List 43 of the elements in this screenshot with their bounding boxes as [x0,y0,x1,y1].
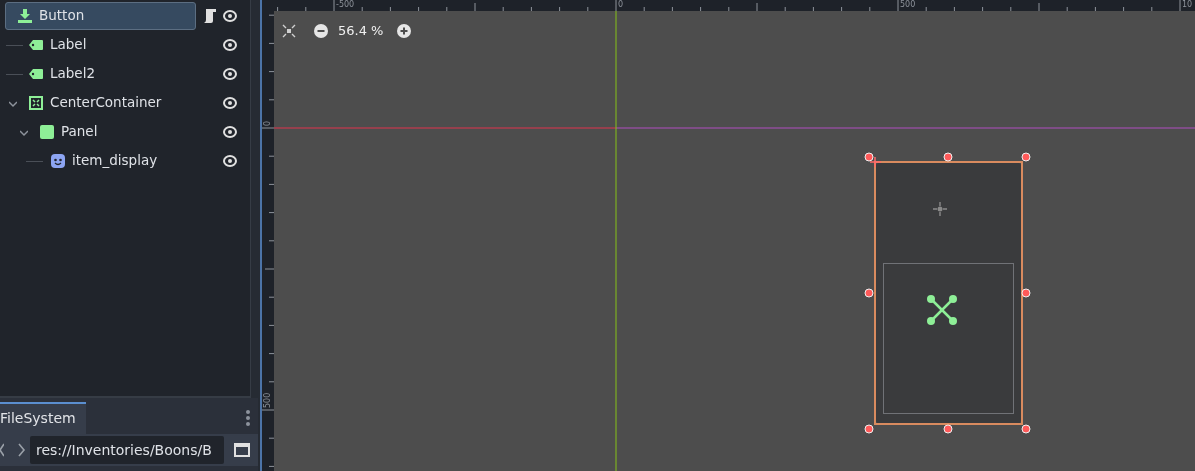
resize-handle[interactable] [943,424,953,434]
resize-handle[interactable] [943,152,953,162]
tree-item[interactable]: CenterContainer [5,88,197,117]
tree-item[interactable]: Button [5,1,197,30]
label-node-icon [29,39,43,50]
zoom-reset-icon[interactable] [282,23,296,38]
forward-icon[interactable] [16,443,26,457]
ruler-label: 500 [263,392,272,408]
tree-guide-line [26,160,43,162]
anchor-icon[interactable] [927,295,957,325]
resize-handle[interactable] [1021,152,1031,162]
path-field[interactable]: res://Inventories/Boons/B [30,436,224,464]
tree-item[interactable]: item_display [5,146,197,175]
layout-toggle-icon[interactable] [234,443,250,457]
panel-node-icon [40,124,54,139]
pivot-icon[interactable] [932,201,948,217]
tree-guide-line [6,73,23,75]
resize-handle[interactable] [864,152,874,162]
ruler-label: 0 [263,120,272,126]
resize-handle[interactable] [864,288,874,298]
zoom-in-button[interactable] [397,23,412,38]
tree-item[interactable]: Panel [5,117,197,146]
resize-handle[interactable] [1021,288,1031,298]
resize-handle[interactable] [864,424,874,434]
origin-cross-icon [869,156,882,168]
tree-guide-line [6,44,23,46]
zoom-out-button[interactable] [314,23,328,38]
resize-handle[interactable] [1021,424,1031,434]
button-node-icon [18,8,32,23]
back-icon[interactable] [0,443,4,457]
smiley-node-icon [51,153,65,168]
zoom-level: 56.4 % [338,22,384,40]
selected-panel[interactable] [874,161,1023,425]
tree-item[interactable]: Label [5,30,197,59]
tree-item[interactable]: Label2 [5,59,197,88]
ruler-label: 0 [618,0,624,9]
ruler-label: 500 [900,0,916,9]
ruler-label: 10 [1182,0,1193,9]
menu-icon[interactable] [246,410,250,426]
ruler-label: -500 [336,0,355,9]
label-node-icon [29,68,43,79]
filesystem-tab[interactable]: FileSystem [0,402,86,434]
container-node-icon [29,95,43,110]
